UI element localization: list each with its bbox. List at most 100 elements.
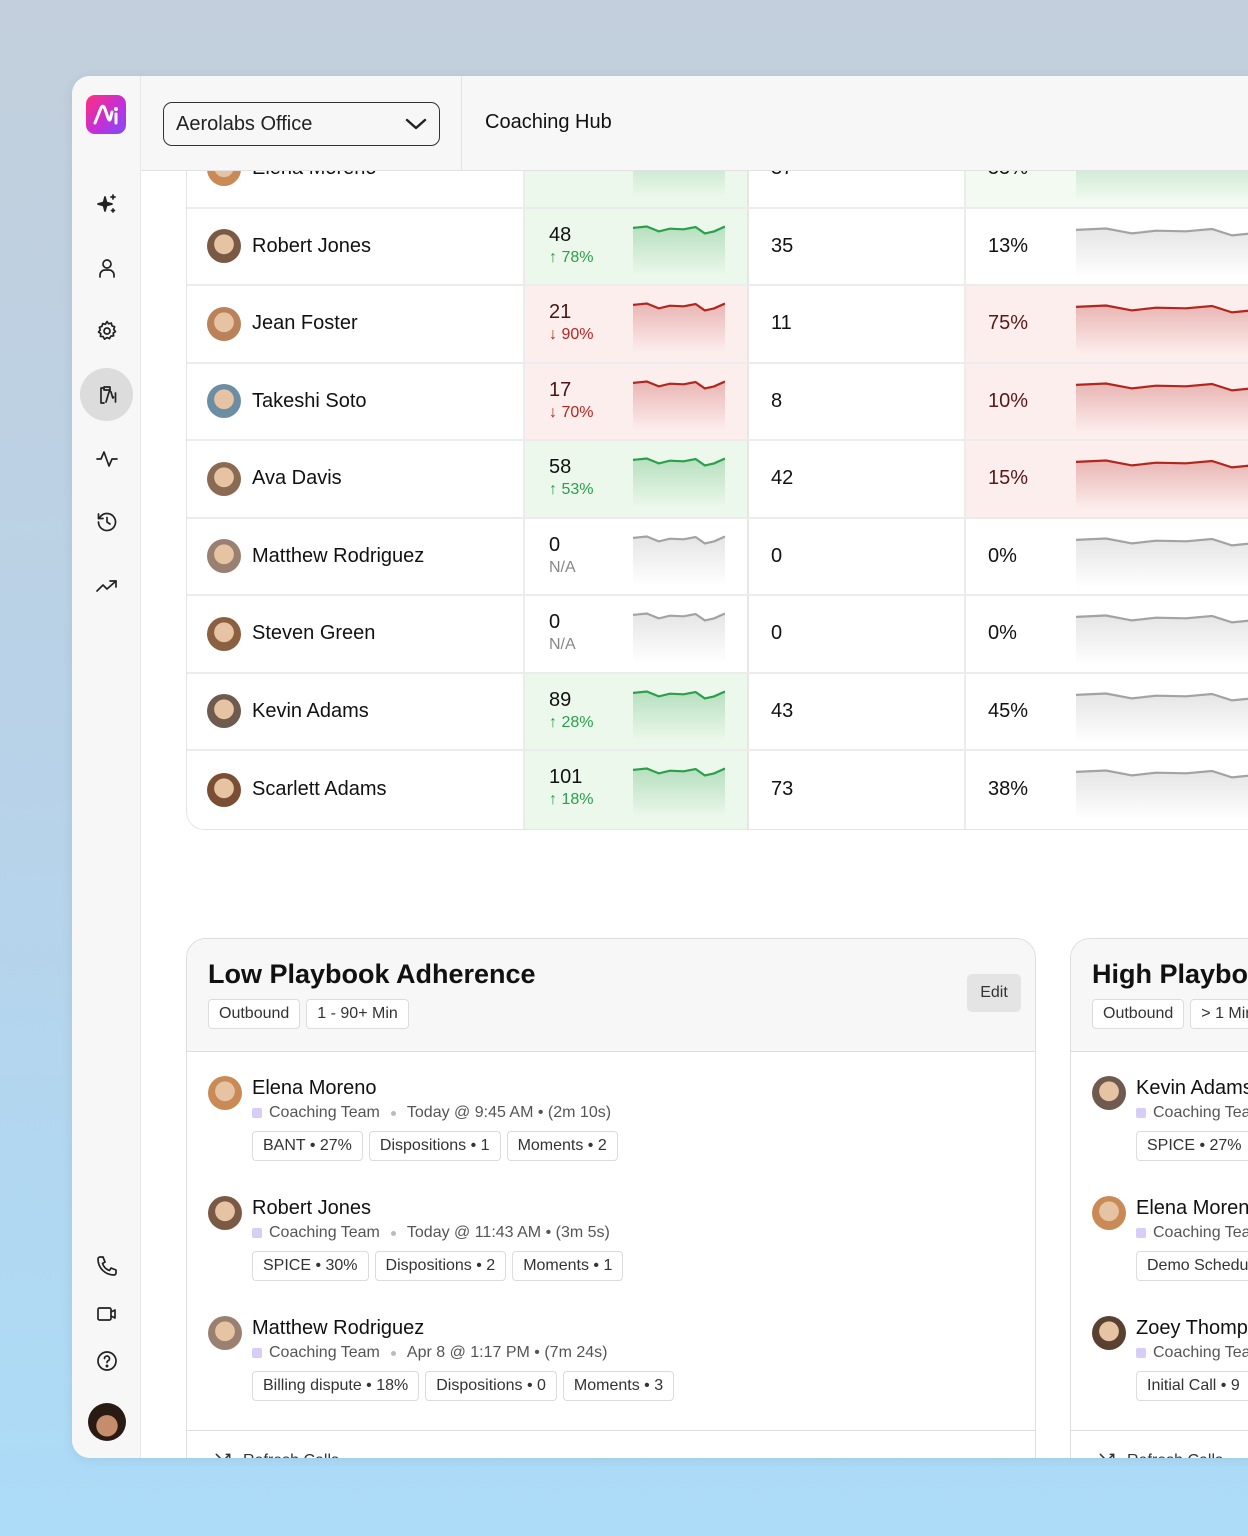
score-cell: 0 N/A	[525, 518, 749, 594]
sidebar-item-settings[interactable]	[80, 304, 133, 357]
percent-sparkline	[1076, 536, 1248, 588]
rep-cell: Matthew Rodriguez	[187, 518, 525, 594]
table-row[interactable]: Kevin Adams 89 ↑ 28% 43 45%	[187, 673, 1248, 751]
edit-button[interactable]: Edit	[967, 974, 1021, 1012]
call-item[interactable]: Robert Jones Coaching Team Today @ 11:43 A…	[208, 1194, 1035, 1314]
sidebar-item-users[interactable]	[80, 241, 133, 294]
separator-dot	[390, 1110, 396, 1116]
percent-sparkline	[1076, 691, 1248, 743]
team-color-tag	[252, 1348, 262, 1358]
team-name: Coaching Team	[1153, 1344, 1248, 1361]
sparkles-icon	[96, 193, 116, 213]
call-tag[interactable]: Moments • 3	[562, 1371, 675, 1401]
current-user-avatar[interactable]	[88, 1403, 126, 1441]
sidebar-item-phone[interactable]	[80, 1239, 133, 1292]
call-tags: Demo Scheduled	[1136, 1251, 1248, 1281]
sidebar-item-ai[interactable]	[80, 177, 133, 230]
table-row[interactable]: Elena Moreno ↑ 32% 37 55%	[187, 171, 1248, 209]
call-tag[interactable]: Dispositions • 0	[425, 1371, 557, 1401]
refresh-calls-label: Refresh Calls	[1127, 1452, 1223, 1459]
call-tags: SPICE • 27%	[1136, 1131, 1248, 1161]
call-item[interactable]: Matthew Rodriguez Coaching Team Apr 8 @ 1:…	[208, 1314, 1035, 1434]
team-color-tag	[1136, 1348, 1146, 1358]
filter-chip[interactable]: Outbound	[1092, 999, 1185, 1029]
call-meta: Coaching Team Today @ 11:43 AM • (3m 5s)	[252, 1224, 1035, 1242]
score-sparkline	[633, 171, 725, 198]
app-logo[interactable]	[86, 95, 126, 134]
score-cell: 101 ↑ 18%	[525, 751, 749, 829]
table-row[interactable]: Jean Foster 21 ↓ 90% 11 75%	[187, 286, 1248, 364]
table-row[interactable]: Scarlett Adams 101 ↑ 18% 73 38%	[187, 751, 1248, 829]
table-row[interactable]: Robert Jones 48 ↑ 78% 35 13%	[187, 208, 1248, 286]
sidebar-item-history[interactable]	[80, 495, 133, 548]
percent-sparkline	[1076, 614, 1248, 665]
sidebar-item-video[interactable]	[80, 1287, 133, 1340]
call-item[interactable]: Elena Moreno Coaching Team Today @ 9:45 AM…	[208, 1074, 1035, 1194]
sidebar-item-activity[interactable]	[80, 432, 133, 485]
call-tag[interactable]: Initial Call • 9	[1136, 1371, 1248, 1401]
percent-sparkline	[1076, 459, 1248, 510]
call-rep-name: Zoey Thompson	[1136, 1317, 1248, 1339]
call-tags: BANT • 27% Dispositions • 1 Moments • 2	[252, 1131, 1035, 1161]
call-tags: SPICE • 30% Dispositions • 2 Moments • 1	[252, 1251, 1035, 1281]
avatar	[207, 461, 241, 496]
table-row[interactable]: Ava Davis 58 ↑ 53% 42 15%	[187, 441, 1248, 519]
avatar	[207, 539, 241, 574]
call-tag[interactable]: SPICE • 30%	[252, 1251, 369, 1281]
percent-value: 0%	[988, 544, 1017, 567]
call-tag[interactable]: Dispositions • 1	[368, 1131, 501, 1161]
call-item[interactable]: Kevin Adams Coaching Team SPICE • 27%	[1092, 1074, 1248, 1194]
call-tag[interactable]: SPICE • 27%	[1136, 1131, 1248, 1161]
call-tag[interactable]: Moments • 2	[506, 1131, 618, 1161]
card-filters: Outbound 1 - 90+ Min	[208, 999, 1035, 1029]
call-tags: Initial Call • 9	[1136, 1371, 1248, 1401]
call-tag[interactable]: Demo Scheduled	[1136, 1251, 1248, 1281]
sidebar-item-coaching[interactable]	[80, 368, 133, 421]
sidebar-item-trends[interactable]	[80, 559, 133, 612]
call-tag[interactable]: BANT • 27%	[252, 1131, 363, 1161]
team-name: Coaching Team	[269, 1224, 380, 1241]
score-sparkline	[633, 457, 725, 508]
rep-name: Takeshi Soto	[252, 389, 367, 412]
table-row[interactable]: Matthew Rodriguez 0 N/A 0 0%	[187, 518, 1248, 596]
office-select[interactable]: Aerolabs Office	[163, 102, 440, 146]
call-tag[interactable]: Dispositions • 2	[374, 1251, 507, 1281]
count-cell: 43	[749, 673, 966, 749]
team-name: Coaching Team	[269, 1104, 380, 1121]
percent-cell: 13%	[966, 209, 1248, 285]
percent-sparkline	[1076, 381, 1248, 433]
divider	[461, 76, 462, 171]
score-cell: 21 ↓ 90%	[525, 286, 749, 362]
rep-cell: Robert Jones	[187, 208, 525, 284]
call-meta: Coaching Team	[1136, 1344, 1248, 1362]
table-row[interactable]: Takeshi Soto 17 ↓ 70% 8 10%	[187, 363, 1248, 441]
team-color-tag	[1136, 1108, 1146, 1118]
table-row[interactable]: Steven Green 0 N/A 0 0%	[187, 596, 1248, 674]
count-cell: 8	[749, 363, 966, 439]
call-item[interactable]: Zoey Thompson Coaching Team Initial Call •…	[1092, 1314, 1248, 1434]
refresh-calls-button[interactable]: Refresh Calls	[187, 1430, 1035, 1458]
score-cell: 17 ↓ 70%	[525, 363, 749, 439]
filter-chip[interactable]: Outbound	[208, 999, 301, 1029]
call-item[interactable]: Elena Moreno Coaching Team Demo Scheduled	[1092, 1194, 1248, 1314]
filter-chip[interactable]: 1 - 90+ Min	[306, 999, 409, 1029]
call-meta: Coaching Team Today @ 9:45 AM • (2m 10s)	[252, 1104, 1035, 1122]
separator-dot	[390, 1230, 396, 1236]
percent-cell: 10%	[966, 363, 1248, 439]
office-select-value: Aerolabs Office	[176, 112, 313, 135]
call-tag[interactable]: Moments • 1	[512, 1251, 624, 1281]
call-tag[interactable]: Billing dispute • 18%	[252, 1371, 420, 1401]
main-content: Elena Moreno ↑ 32% 37 55%Robert Jones 48…	[141, 171, 1248, 1458]
team-color-tag	[252, 1108, 262, 1118]
avatar	[1092, 1316, 1126, 1350]
filter-chip[interactable]: > 1 Min	[1190, 999, 1248, 1029]
history-icon	[97, 512, 116, 531]
sidebar-item-help[interactable]	[80, 1334, 133, 1387]
score-sparkline	[633, 767, 725, 818]
percent-cell: 38%	[966, 751, 1248, 829]
rep-cell: Ava Davis	[187, 441, 525, 517]
separator-dot	[390, 1350, 396, 1356]
score-cell: ↑ 32%	[525, 171, 749, 207]
refresh-calls-button[interactable]: Refresh Calls	[1071, 1430, 1248, 1458]
call-rep-name: Elena Moreno	[252, 1077, 377, 1099]
